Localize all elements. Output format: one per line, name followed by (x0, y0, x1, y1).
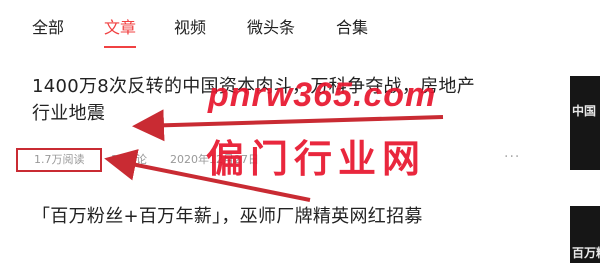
annotation-arrows (104, 109, 444, 202)
arrow-to-views (104, 149, 311, 202)
arrow-to-title (132, 109, 444, 142)
